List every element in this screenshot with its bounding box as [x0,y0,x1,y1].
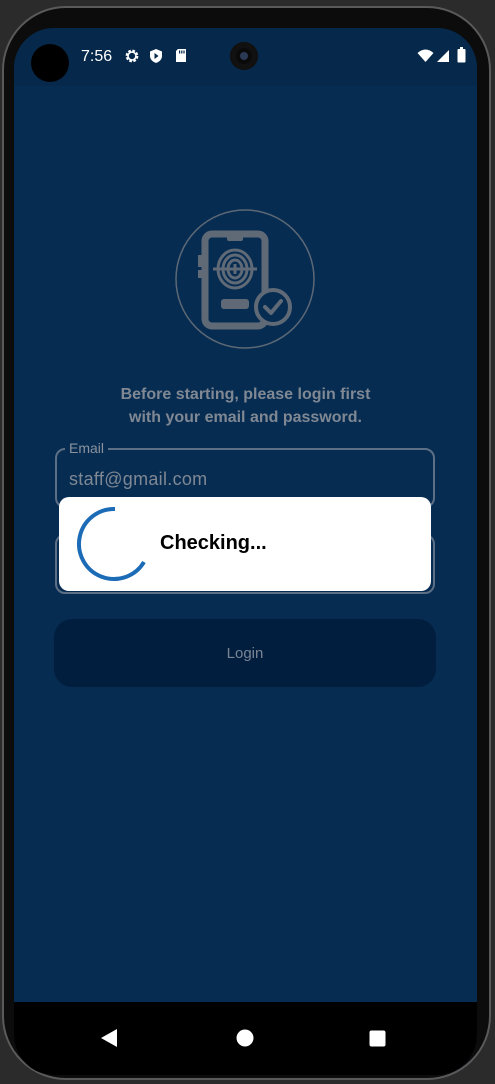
gear-icon [124,48,140,69]
system-nav-bar [14,1002,477,1075]
sd-card-icon [175,48,187,68]
front-camera-cutout [31,44,69,82]
instruction-line-2: with your email and password. [129,409,362,426]
back-icon[interactable] [89,1018,129,1058]
home-icon[interactable] [225,1018,265,1058]
email-field-label: Email [65,440,109,456]
checking-dialog: Checking... [59,497,431,591]
login-button[interactable]: Login [54,619,436,687]
phone-screen: 7:56 Before starting, please login first… [14,28,477,1075]
login-button-label: Login [226,644,264,662]
camera-lens [230,42,258,70]
status-bar: 7:56 [14,28,477,86]
instruction-line-1: Before starting, please login first [120,386,371,403]
device-frame: 7:56 Before starting, please login first… [0,0,495,1084]
email-field-value[interactable]: staff@gmail.com [69,469,207,490]
battery-icon [457,47,466,68]
fingerprint-phone-icon [175,209,315,349]
loading-spinner-icon [77,506,153,582]
login-screen: Before starting, please login first with… [14,86,477,1002]
login-instruction: Before starting, please login first with… [54,383,437,429]
dialog-message: Checking... [160,532,267,554]
shield-icon [149,48,163,69]
signal-icon [436,49,450,68]
recents-icon[interactable] [357,1018,397,1058]
status-time: 7:56 [81,48,113,65]
wifi-icon [417,49,434,68]
